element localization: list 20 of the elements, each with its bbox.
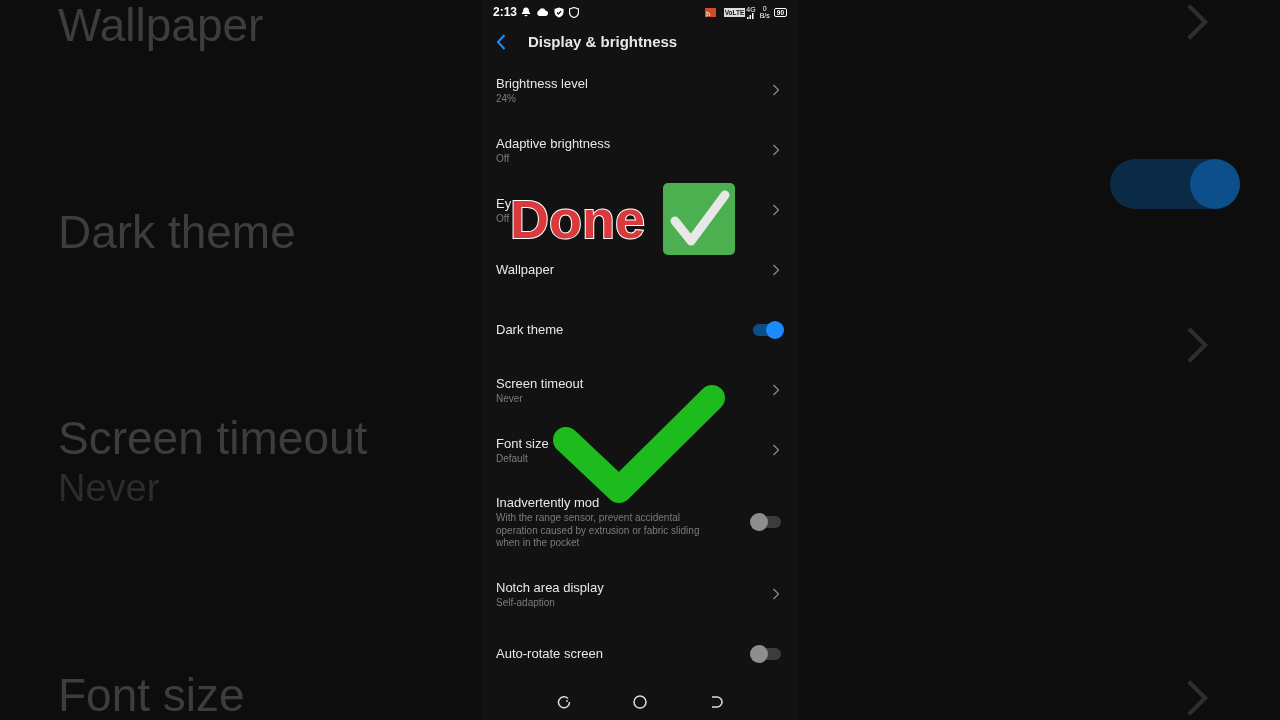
done-text: Done [510, 189, 645, 249]
setting-value: Default [496, 452, 528, 466]
setting-title[interactable]: Auto-rotate screen [496, 645, 603, 663]
setting-title[interactable]: Dark theme [496, 321, 564, 339]
setting-title[interactable]: Inadvertently mod [496, 494, 600, 513]
setting-value: Off [496, 212, 510, 226]
setting-value: Self-adaption [496, 596, 555, 610]
setting-title[interactable]: Wallpaper [496, 261, 555, 279]
setting-title[interactable]: Brightness level [496, 74, 588, 93]
status-time: 2:13 [493, 4, 518, 21]
setting-value: 24% [496, 92, 516, 106]
setting-value: With the range sensor, prevent accidental operation caused by extrusion or fabric sliding when in the pocket [496, 512, 701, 550]
setting-title[interactable]: Font size [496, 434, 549, 453]
setting-title[interactable]: Ey [496, 194, 512, 213]
setting-title[interactable]: Notch area display [496, 578, 604, 597]
setting-value: Never [496, 392, 523, 406]
setting-title[interactable]: Screen timeout [496, 374, 584, 393]
setting-title[interactable]: Adaptive brightness [496, 134, 611, 153]
setting-value: Off [496, 152, 510, 166]
page-title: Display & brightness [528, 31, 678, 52]
